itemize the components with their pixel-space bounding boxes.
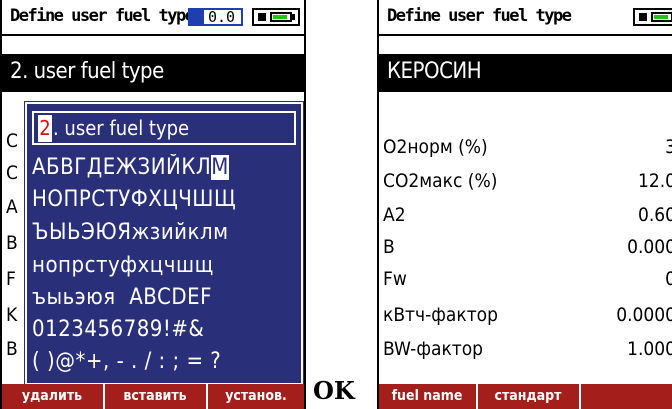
- keyboard-keys[interactable]: нопрстуфхцчшщ: [32, 253, 214, 278]
- softkey-insert[interactable]: вставить: [105, 384, 205, 409]
- keyboard-row[interactable]: ( )@*+, - . / : ; = ?: [32, 348, 297, 376]
- status-bar: Define user fuel type 0.0: [2, 0, 304, 36]
- keyboard-keys[interactable]: ( )@*+, - . / : ; = ?: [32, 349, 221, 374]
- parameter-value: 0.000: [627, 236, 672, 258]
- bg-char: C: [6, 162, 18, 184]
- entry-text: . user fuel type: [53, 116, 190, 140]
- keyboard-keys[interactable]: ЪЫЬЭЮЯжзийклм: [32, 220, 229, 245]
- parameter-label: A2: [383, 204, 406, 226]
- parameter-value: 3: [665, 136, 672, 158]
- bg-char: C: [6, 130, 18, 152]
- value-indicator: 0.0: [188, 8, 243, 26]
- battery-tip: [292, 14, 295, 20]
- parameter-label: кВтч-фактор: [383, 304, 498, 326]
- keyboard-keys[interactable]: 0123456789!#&: [32, 317, 204, 342]
- battery-level: [654, 15, 668, 19]
- keyboard-row[interactable]: АБВГДЕЖЗИЙКЛМ: [32, 154, 297, 182]
- parameter-value: 12.0: [637, 170, 672, 192]
- parameter-value: 0.60: [637, 204, 672, 226]
- keyboard-row[interactable]: ЪЫЬЭЮЯжзийклм: [32, 219, 297, 247]
- ok-label: OK: [313, 376, 355, 405]
- status-title: Define user fuel type: [387, 6, 572, 26]
- plug-icon: [258, 13, 266, 21]
- parameter-label: CO2макс (%): [383, 170, 498, 192]
- softkey-standard[interactable]: стандарт: [478, 384, 578, 409]
- header-band: 2. user fuel type: [2, 54, 304, 92]
- softkey-bar: удалить вставить установ.: [2, 384, 304, 409]
- softkey-divider: [579, 384, 581, 409]
- bg-char: A: [6, 196, 18, 218]
- right-screen: Define user fuel type КЕРОСИН O2норм (%)…: [377, 0, 672, 409]
- keyboard-row[interactable]: НОПРСТУФХЦЧШЩ: [32, 186, 297, 214]
- battery-icon: [270, 12, 292, 22]
- header-band: КЕРОСИН: [379, 54, 672, 92]
- value-indicator-fill: [190, 10, 204, 24]
- value-indicator-text: 0.0: [208, 8, 236, 26]
- softkey-bar: fuel name стандарт: [379, 384, 672, 409]
- plug-icon: [639, 13, 647, 21]
- keyboard-keys[interactable]: НОПРСТУФХЦЧШЩ: [32, 187, 236, 212]
- device-status-icons: [633, 8, 672, 26]
- status-bar: Define user fuel type: [379, 0, 672, 36]
- keyboard-keys[interactable]: АБВГДЕЖЗИЙКЛ: [32, 155, 211, 180]
- battery-level: [273, 15, 287, 19]
- keyboard-row[interactable]: ъыьэюя ABCDEF: [32, 284, 297, 312]
- parameter-label: B: [383, 236, 395, 258]
- keyboard-row[interactable]: нопрстуфхцчшщ: [32, 252, 297, 280]
- page-title: 2. user fuel type: [10, 59, 164, 84]
- fuel-name-title: КЕРОСИН: [387, 59, 482, 84]
- device-status-icons: [252, 8, 300, 26]
- text-entry-field[interactable]: 2 . user fuel type: [32, 111, 296, 145]
- parameter-label: BW-фактор: [383, 338, 484, 360]
- parameter-value: 0: [665, 268, 672, 290]
- bg-char: K: [6, 304, 18, 326]
- left-screen: Define user fuel type 0.0 2. user fuel t…: [0, 0, 306, 409]
- bg-char: B: [6, 338, 18, 360]
- keyboard-row[interactable]: 0123456789!#&: [32, 316, 297, 344]
- parameter-label: O2норм (%): [383, 136, 488, 158]
- character-keyboard: 2 . user fuel type АБВГДЕЖЗИЙКЛМ НОПРСТУ…: [24, 101, 304, 386]
- softkey-set[interactable]: установ.: [208, 384, 304, 409]
- text-cursor: 2: [38, 115, 52, 142]
- bg-char: B: [6, 232, 18, 254]
- softkey-fuel-name[interactable]: fuel name: [379, 384, 475, 409]
- battery-icon: [651, 12, 672, 22]
- parameter-value: 0.0000: [616, 304, 672, 326]
- selected-key[interactable]: М: [211, 155, 229, 180]
- parameter-value: 1.000: [627, 338, 672, 360]
- parameter-label: Fw: [383, 268, 407, 290]
- softkey-delete[interactable]: удалить: [2, 384, 102, 409]
- bg-char: F: [6, 268, 16, 290]
- keyboard-keys[interactable]: ъыьэюя ABCDEF: [32, 285, 212, 310]
- status-title: Define user fuel type: [10, 6, 195, 26]
